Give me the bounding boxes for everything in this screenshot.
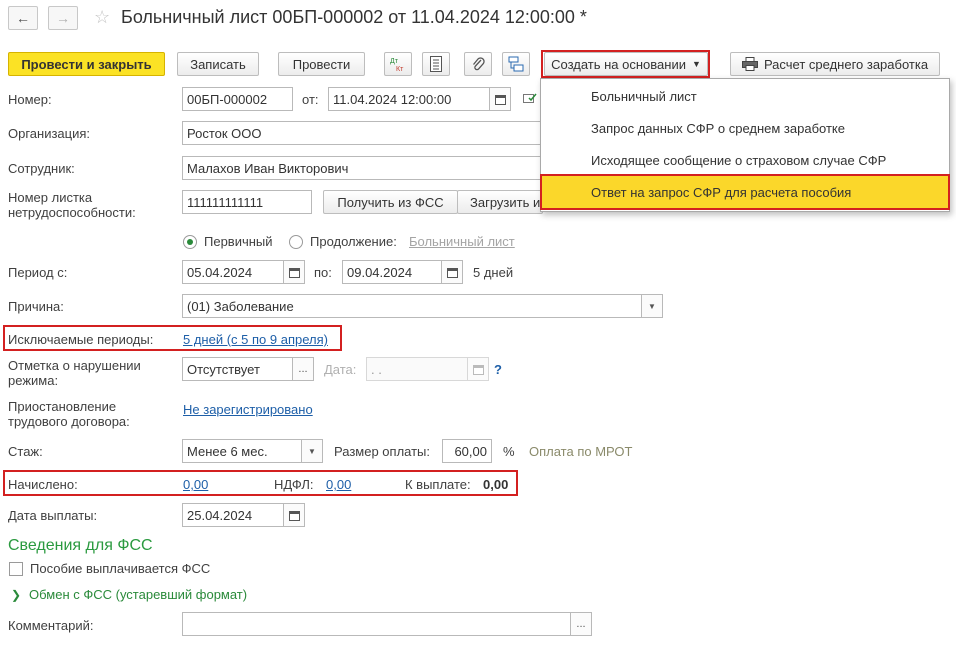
calendar-icon bbox=[288, 510, 300, 521]
sheet-number-label-line2: нетрудоспособности: bbox=[8, 205, 136, 220]
document-date-field[interactable]: 11.04.2024 12:00:00 bbox=[328, 87, 490, 111]
accrued-highlight bbox=[3, 470, 518, 496]
svg-text:Дт: Дт bbox=[390, 58, 399, 65]
percent-sign: % bbox=[503, 444, 515, 459]
violation-label-line1: Отметка о нарушении bbox=[8, 358, 141, 373]
svg-text:Кт: Кт bbox=[396, 66, 404, 72]
period-from-calendar-button[interactable] bbox=[283, 260, 305, 284]
primary-radio-label: Первичный bbox=[204, 234, 273, 249]
date-from-label: от: bbox=[302, 92, 319, 107]
excluded-periods-highlight bbox=[3, 325, 342, 351]
fss-section-title: Сведения для ФСС bbox=[8, 537, 153, 554]
save-button[interactable]: Записать bbox=[177, 52, 259, 76]
experience-dropdown-button[interactable]: ▼ bbox=[301, 439, 323, 463]
help-icon[interactable]: ? bbox=[494, 362, 502, 377]
chevron-down-icon: ▼ bbox=[308, 446, 316, 456]
dt-kt-button[interactable]: Дт Кт bbox=[384, 52, 412, 76]
pay-date-label: Дата выплаты: bbox=[8, 508, 98, 523]
chevron-down-icon: ▼ bbox=[648, 301, 656, 311]
fss-benefit-label: Пособие выплачивается ФСС bbox=[30, 561, 211, 576]
printer-icon bbox=[741, 57, 758, 71]
sheet-number-field[interactable]: 111111111111 bbox=[182, 190, 312, 214]
fss-exchange-group[interactable]: Обмен с ФСС (устаревший формат) bbox=[29, 587, 247, 602]
menu-item-sfr-avg-earnings-request[interactable]: Запрос данных СФР о среднем заработке bbox=[541, 112, 949, 144]
period-from-label: Период с: bbox=[8, 265, 68, 280]
violation-date-label: Дата: bbox=[324, 362, 357, 377]
continuation-sick-leave-link[interactable]: Больничный лист bbox=[409, 234, 515, 249]
calendar-icon bbox=[288, 267, 300, 278]
violation-select-button[interactable]: ... bbox=[292, 357, 314, 381]
suspension-label-line2: трудового договора: bbox=[8, 414, 130, 429]
arrow-left-icon: ← bbox=[16, 10, 30, 26]
violation-date-calendar-button bbox=[467, 357, 489, 381]
attach-button[interactable] bbox=[464, 52, 492, 76]
back-button[interactable]: ← bbox=[8, 6, 38, 30]
average-earnings-button[interactable]: Расчет среднего заработка bbox=[730, 52, 940, 76]
violation-field[interactable]: Отсутствует bbox=[182, 357, 293, 381]
sheet-number-label-line1: Номер листка bbox=[8, 190, 93, 205]
reason-label: Причина: bbox=[8, 299, 64, 314]
number-label: Номер: bbox=[8, 92, 52, 107]
calendar-button[interactable] bbox=[489, 87, 511, 111]
pay-date-calendar-button[interactable] bbox=[283, 503, 305, 527]
paperclip-icon bbox=[472, 57, 485, 71]
comment-expand-button[interactable]: ... bbox=[570, 612, 592, 636]
violation-label-line2: режима: bbox=[8, 373, 59, 388]
page-title: Больничный лист 00БП-000002 от 11.04.202… bbox=[121, 7, 587, 27]
continuation-radio[interactable] bbox=[289, 235, 303, 249]
average-earnings-label: Расчет среднего заработка bbox=[763, 56, 929, 72]
experience-field[interactable]: Менее 6 мес. bbox=[182, 439, 302, 463]
period-to-field[interactable]: 09.04.2024 bbox=[342, 260, 442, 284]
menu-item-sfr-insurance-case-message[interactable]: Исходящее сообщение о страховом случае С… bbox=[541, 144, 949, 176]
dt-kt-icon: Дт Кт bbox=[390, 58, 404, 72]
violation-date-field: . . bbox=[366, 357, 468, 381]
experience-label: Стаж: bbox=[8, 444, 43, 459]
post-button[interactable]: Провести bbox=[278, 52, 365, 76]
forward-button[interactable]: → bbox=[48, 6, 78, 30]
suspension-link[interactable]: Не зарегистрировано bbox=[183, 402, 313, 417]
period-from-field[interactable]: 05.04.2024 bbox=[182, 260, 284, 284]
reason-dropdown-button[interactable]: ▼ bbox=[641, 294, 663, 318]
organization-label: Организация: bbox=[8, 126, 91, 141]
period-to-calendar-button[interactable] bbox=[441, 260, 463, 284]
status-check-icon bbox=[523, 92, 537, 104]
employee-field[interactable]: Малахов Иван Викторович bbox=[182, 156, 542, 180]
pay-size-field[interactable]: 60,00 bbox=[442, 439, 492, 463]
load-from-button[interactable]: Загрузить из bbox=[457, 190, 543, 214]
document-list-icon bbox=[430, 56, 442, 72]
number-field[interactable]: 00БП-000002 bbox=[182, 87, 293, 111]
report-button[interactable] bbox=[422, 52, 450, 76]
pay-date-field[interactable]: 25.04.2024 bbox=[182, 503, 284, 527]
calendar-icon bbox=[494, 94, 506, 105]
get-from-fss-button[interactable]: Получить из ФСС bbox=[323, 190, 458, 214]
hierarchy-icon bbox=[508, 56, 524, 72]
ellipsis-icon: ... bbox=[576, 618, 586, 630]
employee-label: Сотрудник: bbox=[8, 161, 75, 176]
organization-field[interactable]: Росток ООО bbox=[182, 121, 542, 145]
mrot-note: Оплата по МРОТ bbox=[529, 444, 633, 459]
calendar-icon bbox=[446, 267, 458, 278]
period-to-label: по: bbox=[314, 265, 332, 280]
period-days: 5 дней bbox=[473, 265, 514, 280]
comment-label: Комментарий: bbox=[8, 618, 94, 633]
calendar-icon bbox=[472, 364, 484, 375]
menu-item-sick-leave[interactable]: Больничный лист bbox=[541, 80, 949, 112]
suspension-label-line1: Приостановление bbox=[8, 399, 117, 414]
continuation-radio-label: Продолжение: bbox=[310, 234, 397, 249]
reason-field[interactable]: (01) Заболевание bbox=[182, 294, 642, 318]
favorite-star-icon[interactable]: ☆ bbox=[94, 7, 110, 28]
fss-benefit-checkbox[interactable] bbox=[9, 562, 23, 576]
primary-radio[interactable] bbox=[183, 235, 197, 249]
structure-button[interactable] bbox=[502, 52, 530, 76]
chevron-right-icon[interactable]: ❯ bbox=[11, 588, 21, 602]
create-based-on-highlight bbox=[541, 50, 710, 78]
menu-item-highlight bbox=[540, 174, 950, 210]
comment-field[interactable] bbox=[182, 612, 571, 636]
post-and-close-button[interactable]: Провести и закрыть bbox=[8, 52, 165, 76]
arrow-right-icon: → bbox=[56, 10, 70, 26]
pay-size-label: Размер оплаты: bbox=[334, 444, 431, 459]
ellipsis-icon: ... bbox=[298, 363, 308, 375]
